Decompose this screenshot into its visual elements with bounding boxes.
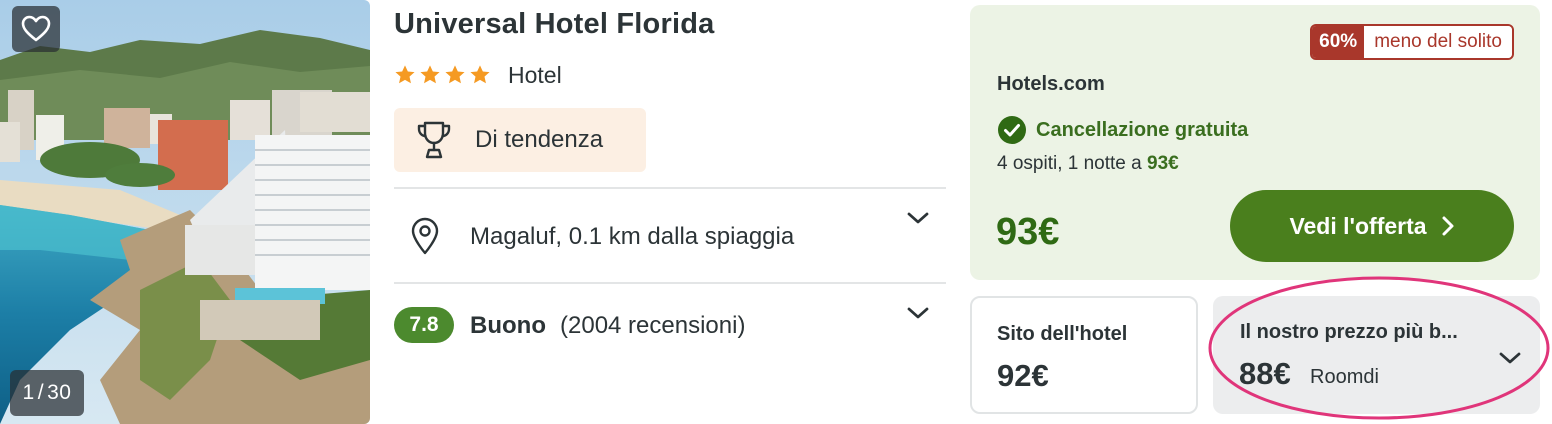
offer-provider: Hotels.com: [997, 73, 1105, 95]
best-price-partner: Roomdi: [1310, 366, 1379, 388]
rating-word: Buono: [470, 312, 546, 339]
hotel-photo[interactable]: 1 / 30: [0, 0, 370, 424]
location-text: Magaluf, 0.1 km dalla spiaggia: [470, 223, 795, 250]
star-rating: [394, 64, 491, 86]
free-cancellation-label: Cancellazione gratuita: [1036, 118, 1249, 141]
guests-summary-text: 4 ospiti, 1 notte a: [997, 153, 1142, 174]
favorite-button[interactable]: [12, 6, 60, 52]
star-icon: [395, 65, 415, 84]
star-icon: [445, 65, 465, 84]
trending-badge: Di tendenza: [394, 108, 646, 172]
location-row[interactable]: Magaluf, 0.1 km dalla spiaggia: [394, 192, 946, 282]
divider: [394, 282, 946, 284]
best-price-card[interactable]: Il nostro prezzo più b... 88€ Roomdi: [1213, 296, 1540, 414]
discount-badge: 60% meno del solito: [1310, 24, 1514, 60]
offer-price: 93€: [996, 211, 1060, 253]
hotel-type: Hotel: [508, 61, 562, 88]
best-price-value: 88€: [1239, 356, 1291, 391]
chevron-right-icon: [1442, 216, 1454, 236]
trending-badge-label: Di tendenza: [475, 126, 604, 153]
hotel-site-label: Sito dell'hotel: [997, 323, 1128, 345]
review-count: (2004 recensioni): [560, 312, 746, 339]
star-icon: [470, 65, 490, 84]
discount-text: meno del solito: [1364, 26, 1512, 58]
review-score-badge: 7.8: [394, 307, 454, 343]
check-circle-icon: [998, 116, 1026, 144]
divider: [394, 187, 946, 189]
hotel-name[interactable]: Universal Hotel Florida: [394, 8, 714, 41]
free-cancellation: Cancellazione gratuita: [997, 115, 1248, 145]
hotel-photo-image: [0, 0, 370, 424]
reviews-row[interactable]: 7.8 Buono (2004 recensioni): [394, 285, 946, 365]
photo-counter: 1 / 30: [10, 370, 84, 416]
nightly-price: 93€: [1147, 153, 1179, 174]
guests-summary: 4 ospiti, 1 notte a 93€: [997, 153, 1179, 175]
hotel-details: Universal Hotel Florida Hotel Di tendenz…: [394, 0, 946, 424]
best-price-label: Il nostro prezzo più b...: [1240, 321, 1458, 343]
view-deal-label: Vedi l'offerta: [1289, 212, 1427, 239]
photo-counter-current: 1: [22, 381, 35, 404]
photo-counter-separator: /: [37, 381, 45, 404]
star-icon: [420, 65, 440, 84]
chevron-down-icon[interactable]: [906, 210, 930, 231]
chevron-down-icon[interactable]: [1498, 350, 1522, 371]
heart-icon: [21, 15, 51, 42]
chevron-down-icon[interactable]: [906, 305, 930, 326]
hotel-site-price: 92€: [997, 358, 1049, 393]
location-pin-icon: [410, 217, 440, 260]
hotel-site-price-card[interactable]: Sito dell'hotel 92€: [970, 296, 1198, 414]
main-offer-card[interactable]: 60% meno del solito Hotels.com Cancellaz…: [970, 5, 1540, 280]
view-deal-button[interactable]: Vedi l'offerta: [1230, 190, 1514, 262]
discount-percent: 60%: [1312, 26, 1365, 58]
trophy-icon: [414, 120, 454, 160]
stars-row: Hotel: [394, 58, 562, 92]
photo-counter-total: 30: [47, 381, 72, 404]
